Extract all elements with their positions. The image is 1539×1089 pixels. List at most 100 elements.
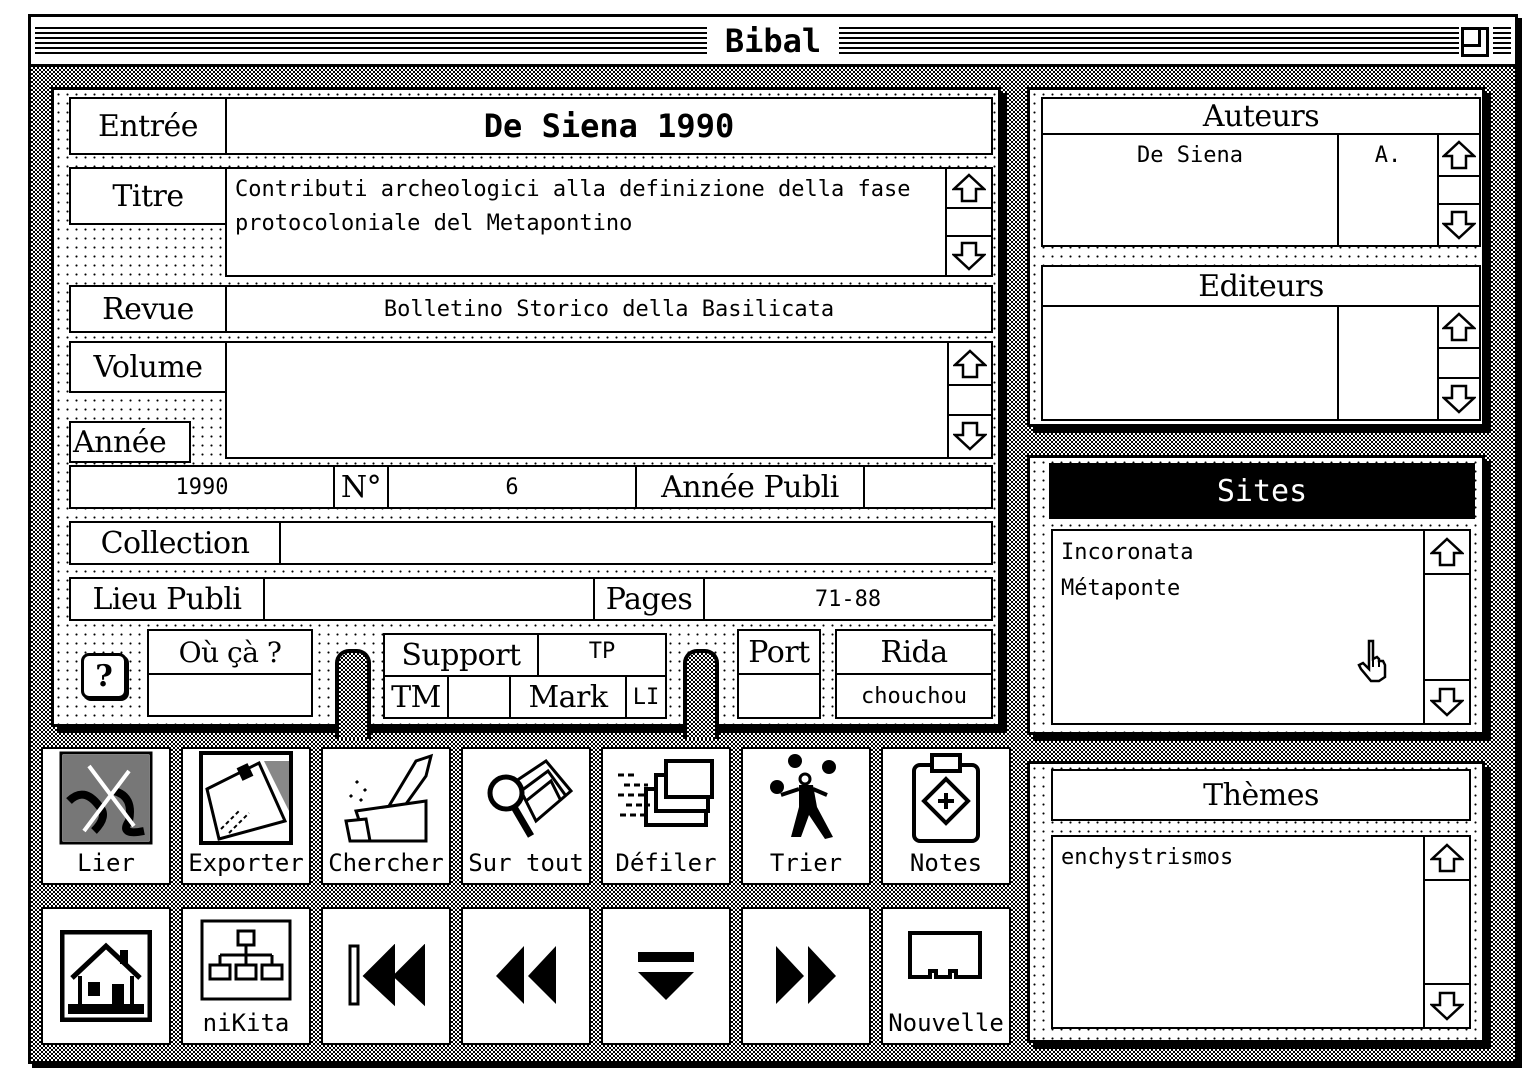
defiler-button[interactable]: Défiler xyxy=(601,747,731,885)
entree-label: Entrée xyxy=(69,97,227,155)
editeurs-initial-column xyxy=(1339,307,1437,419)
connector-left xyxy=(335,649,371,739)
theme-item[interactable]: enchystrismos xyxy=(1061,841,1421,875)
defiler-label: Défiler xyxy=(615,849,717,877)
pages-value: 71-88 xyxy=(814,586,882,612)
editeurs-scrollbar[interactable] xyxy=(1437,307,1479,419)
lier-button[interactable]: Lier xyxy=(41,747,171,885)
auteurs-name-column: De Siena xyxy=(1043,135,1339,245)
dropdown-list-icon xyxy=(638,952,694,1000)
numero-value: 6 xyxy=(505,474,519,500)
scroll-down-arrow-icon[interactable] xyxy=(947,234,991,275)
nikita-button[interactable]: niKita xyxy=(181,907,311,1045)
trier-button[interactable]: Trier xyxy=(741,747,871,885)
hierarchy-icon xyxy=(200,919,292,1001)
themes-list[interactable]: enchystrismos xyxy=(1051,835,1471,1029)
puzzle-link-icon xyxy=(59,751,153,845)
titre-field[interactable]: Contributi archeologici alla definizione… xyxy=(225,167,947,277)
home-button[interactable] xyxy=(41,907,171,1045)
scroll-down-arrow-icon[interactable] xyxy=(1439,203,1479,245)
next-record-icon xyxy=(776,946,836,1004)
rida-field[interactable]: chouchou xyxy=(835,673,993,719)
lieu-publi-label: Lieu Publi xyxy=(69,577,265,621)
help-icon: ? xyxy=(95,658,113,694)
nouvelle-button[interactable]: Nouvelle xyxy=(881,907,1011,1045)
tm-field[interactable] xyxy=(447,675,511,719)
ou-ca-field[interactable] xyxy=(147,673,313,717)
numero-field[interactable]: 6 xyxy=(387,465,637,509)
previous-record-button[interactable] xyxy=(461,907,591,1045)
scroll-down-arrow-icon[interactable] xyxy=(1425,678,1469,723)
new-card-icon xyxy=(908,931,982,979)
support-field[interactable]: TP xyxy=(537,633,667,677)
exporter-label: Exporter xyxy=(188,849,304,877)
exporter-button[interactable]: Exporter xyxy=(181,747,311,885)
next-record-button[interactable] xyxy=(741,907,871,1045)
chercher-button[interactable]: Chercher xyxy=(321,747,451,885)
annee-value: 1990 xyxy=(175,474,229,500)
themes-title: Thèmes xyxy=(1051,769,1471,821)
titre-scrollbar[interactable] xyxy=(945,167,993,277)
title-bar-stripes-left xyxy=(35,27,707,57)
volume-scrollbar[interactable] xyxy=(947,341,993,459)
port-label: Port xyxy=(737,629,821,675)
revue-label: Revue xyxy=(69,285,227,333)
previous-record-icon xyxy=(496,946,556,1004)
annee-label: Année xyxy=(69,421,191,463)
ou-ca-label: Où çà ? xyxy=(147,629,313,675)
titre-label: Titre xyxy=(69,167,227,225)
scroll-up-arrow-icon[interactable] xyxy=(1425,837,1469,881)
sites-scrollbar[interactable] xyxy=(1423,531,1469,723)
sites-list[interactable]: Incoronata Métaponte xyxy=(1051,529,1471,725)
site-item[interactable]: Incoronata xyxy=(1061,535,1421,571)
trier-label: Trier xyxy=(769,849,843,877)
home-icon xyxy=(60,930,152,1022)
title-bar[interactable]: Bibal xyxy=(31,17,1515,67)
scroll-down-arrow-icon[interactable] xyxy=(1439,376,1479,419)
annee-field[interactable]: 1990 xyxy=(69,465,335,509)
auteurs-scrollbar[interactable] xyxy=(1437,135,1479,245)
scroll-up-arrow-icon[interactable] xyxy=(1439,135,1479,177)
entree-field[interactable]: De Siena 1990 xyxy=(225,97,993,155)
port-field[interactable] xyxy=(737,673,821,719)
list-button[interactable] xyxy=(601,907,731,1045)
collection-field[interactable] xyxy=(279,521,993,565)
scroll-up-arrow-icon[interactable] xyxy=(947,169,991,210)
scroll-down-arrow-icon[interactable] xyxy=(1425,983,1469,1027)
support-label: Support xyxy=(383,633,539,677)
volume-field[interactable] xyxy=(225,341,949,459)
auteurs-initial-column: A. xyxy=(1339,135,1437,245)
sites-title-text: Sites xyxy=(1216,473,1308,509)
mark-field[interactable]: LI xyxy=(625,675,667,719)
first-record-button[interactable] xyxy=(321,907,451,1045)
scroll-up-arrow-icon[interactable] xyxy=(1425,531,1469,576)
revue-field[interactable]: Bolletino Storico della Basilicata xyxy=(225,285,993,333)
sites-title: Sites xyxy=(1049,463,1475,519)
title-bar-stripes-end xyxy=(1493,27,1511,57)
chercher-label: Chercher xyxy=(328,849,444,877)
pages-field[interactable]: 71-88 xyxy=(703,577,993,621)
auteur-name[interactable]: De Siena xyxy=(1137,143,1243,168)
volume-label: Volume xyxy=(69,341,227,393)
sur-tout-label: Sur tout xyxy=(468,849,584,877)
window: Bibal Entrée De Siena 1990 Titre Contrib… xyxy=(28,14,1518,1064)
zoom-box-icon[interactable] xyxy=(1461,27,1489,57)
scroll-down-arrow-icon[interactable] xyxy=(949,413,991,457)
sur-tout-button[interactable]: Sur tout xyxy=(461,747,591,885)
scroll-up-arrow-icon[interactable] xyxy=(949,343,991,387)
help-button[interactable]: ? xyxy=(81,653,127,699)
site-item[interactable]: Métaponte xyxy=(1061,571,1421,607)
lieu-publi-field[interactable] xyxy=(263,577,595,621)
editeurs-list[interactable] xyxy=(1041,305,1481,421)
juggler-sort-icon xyxy=(770,754,836,839)
annee-publi-label: Année Publi xyxy=(635,465,865,509)
mark-value: LI xyxy=(632,684,660,710)
rida-value: chouchou xyxy=(861,683,967,709)
notes-button[interactable]: Notes xyxy=(881,747,1011,885)
scroll-up-arrow-icon[interactable] xyxy=(1439,307,1479,350)
themes-scrollbar[interactable] xyxy=(1423,837,1469,1027)
annee-publi-field[interactable] xyxy=(863,465,993,509)
auteur-initial[interactable]: A. xyxy=(1375,143,1402,168)
auteurs-list[interactable]: De Siena A. xyxy=(1041,133,1481,247)
magnifier-cards-icon xyxy=(487,759,574,838)
